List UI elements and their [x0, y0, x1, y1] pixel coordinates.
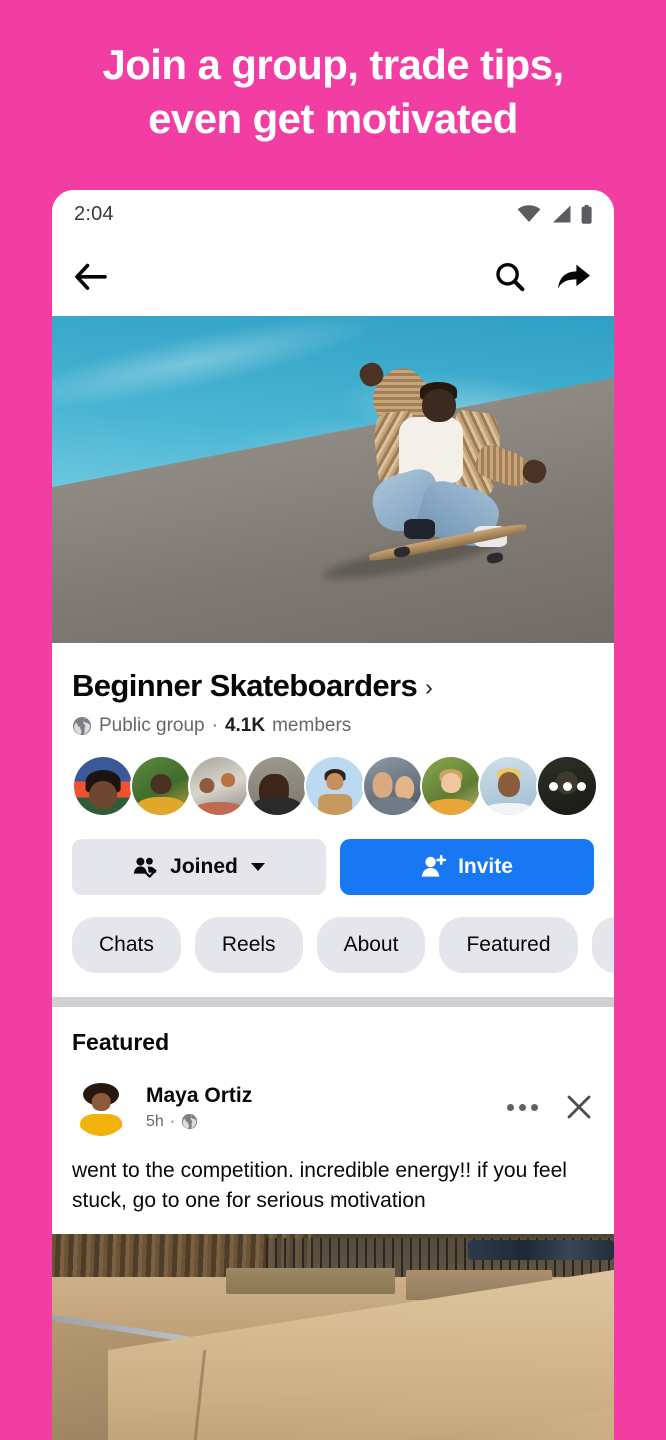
invite-button[interactable]: Invite — [340, 839, 594, 896]
featured-section: Featured Maya Ortiz 5h · went to the com… — [52, 1007, 614, 1234]
chip-label: Reels — [221, 933, 276, 957]
headline-line-2: even get motivated — [148, 94, 518, 142]
group-header: Beginner Skateboarders › Public group · … — [52, 643, 614, 738]
group-action-buttons: Joined Invite — [52, 817, 614, 896]
status-bar: 2:04 — [52, 190, 614, 238]
chevron-down-icon — [250, 863, 265, 872]
group-privacy: Public group — [99, 715, 205, 737]
status-bar-icons — [517, 204, 592, 224]
share-button[interactable] — [556, 262, 592, 292]
group-member-count: 4.1K — [224, 715, 266, 737]
chip-chats[interactable]: Chats — [72, 917, 181, 974]
group-cover-photo[interactable] — [52, 316, 614, 643]
post-author-avatar[interactable] — [72, 1078, 130, 1137]
phone-frame: 2:04 Beginner Skateboarders › Public gro… — [52, 190, 614, 1440]
chip-photos[interactable]: Phot — [591, 917, 614, 974]
post-body-text: went to the competition. incredible ener… — [72, 1159, 567, 1212]
share-icon — [558, 264, 590, 289]
wifi-icon — [517, 205, 541, 222]
left-shoe — [404, 518, 436, 540]
post-header: Maya Ortiz 5h · — [72, 1078, 594, 1137]
chip-featured[interactable]: Featured — [439, 917, 578, 974]
chip-label: About — [343, 933, 399, 957]
member-avatar[interactable] — [362, 755, 424, 818]
group-name: Beginner Skateboarders — [72, 668, 418, 703]
globe-icon — [181, 1113, 198, 1130]
post-photo[interactable] — [52, 1233, 614, 1440]
featured-section-title: Featured — [72, 1029, 170, 1056]
joined-button-label: Joined — [170, 855, 238, 879]
battery-icon — [581, 204, 592, 224]
member-avatar[interactable] — [188, 755, 250, 818]
concrete-ledge — [226, 1268, 395, 1294]
chip-about[interactable]: About — [316, 917, 426, 974]
member-avatar[interactable] — [130, 755, 192, 818]
members-check-icon — [133, 857, 157, 878]
parked-cars — [467, 1240, 614, 1260]
chip-label: Featured — [466, 933, 551, 957]
close-icon[interactable] — [564, 1092, 594, 1122]
skateboarder-figure — [316, 359, 575, 623]
members-avatar-row[interactable] — [52, 737, 614, 818]
more-options-icon[interactable] — [507, 1103, 538, 1111]
head — [422, 388, 456, 422]
section-divider — [52, 997, 614, 1008]
cellular-signal-icon — [553, 205, 571, 223]
person-add-icon — [421, 855, 447, 877]
promo-screenshot: Join a group, trade tips, even get motiv… — [0, 0, 666, 1440]
chip-label: Chats — [99, 933, 154, 957]
member-avatar[interactable] — [72, 755, 134, 818]
search-icon — [496, 262, 525, 292]
back-button[interactable] — [74, 262, 108, 292]
group-meta: Public group · 4.1K members — [72, 715, 594, 737]
member-avatar[interactable] — [478, 755, 540, 818]
member-avatar[interactable] — [420, 755, 482, 818]
member-avatar[interactable] — [304, 755, 366, 818]
promo-headline: Join a group, trade tips, even get motiv… — [0, 38, 666, 146]
member-avatar-overflow[interactable] — [536, 755, 598, 818]
post-timestamp: 5h — [146, 1112, 164, 1130]
skateboard-wheel — [485, 551, 504, 565]
chevron-right-icon: › — [425, 673, 433, 700]
search-button[interactable] — [494, 261, 526, 293]
status-bar-clock: 2:04 — [74, 202, 114, 225]
post-meta-separator: · — [169, 1112, 176, 1130]
post-author-info: Maya Ortiz 5h · — [146, 1084, 507, 1131]
more-members-icon — [538, 757, 596, 816]
back-arrow-icon — [75, 263, 107, 290]
joined-button[interactable]: Joined — [72, 839, 326, 896]
member-avatar[interactable] — [246, 755, 308, 818]
meta-separator: · — [211, 715, 218, 737]
chip-reels[interactable]: Reels — [194, 917, 303, 974]
headline-line-1: Join a group, trade tips, — [102, 41, 564, 88]
post-actions — [507, 1092, 594, 1122]
navigation-bar — [52, 238, 614, 316]
nav-bar-actions — [494, 261, 592, 293]
globe-icon — [73, 717, 91, 736]
post-author-name[interactable]: Maya Ortiz — [146, 1084, 507, 1108]
group-title-row[interactable]: Beginner Skateboarders › — [72, 668, 594, 703]
group-tab-chips: Chats Reels About Featured Phot — [52, 895, 614, 997]
invite-button-label: Invite — [458, 855, 513, 879]
group-member-label: members — [272, 715, 352, 737]
post-metadata: 5h · — [146, 1113, 507, 1131]
